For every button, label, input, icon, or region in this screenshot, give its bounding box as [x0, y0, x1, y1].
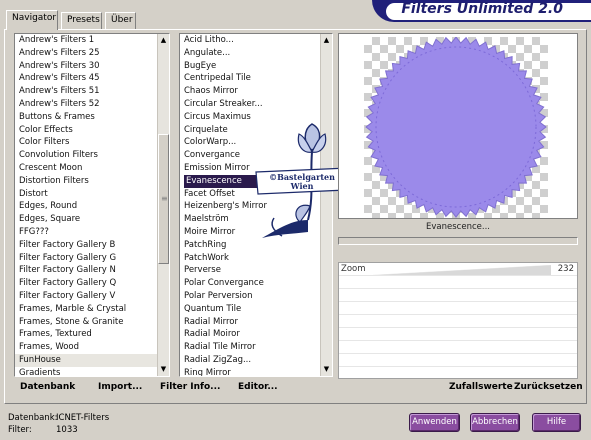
filter-list-item[interactable]: Radial Tile Mirror: [180, 341, 332, 354]
tab-navigator[interactable]: Navigator: [6, 10, 58, 30]
filter-list-item[interactable]: Ring Mirror: [180, 367, 332, 376]
import-button[interactable]: Import...: [98, 382, 142, 392]
category-list-item[interactable]: Andrew's Filters 1: [15, 34, 169, 47]
banner-title: Filters Unlimited 2.0: [401, 1, 563, 17]
category-list-item[interactable]: Color Effects: [15, 124, 169, 137]
scroll-up-icon[interactable]: ▲: [321, 35, 332, 46]
flower-watermark: ©Bastelgarten Wien: [255, 123, 349, 238]
category-list-item[interactable]: Color Filters: [15, 136, 169, 149]
category-list-item[interactable]: Crescent Moon: [15, 162, 169, 175]
scroll-down-icon[interactable]: ▼: [321, 364, 332, 375]
filter-list-item[interactable]: Polar Convergance: [180, 277, 332, 290]
database-button[interactable]: Datenbank: [20, 382, 75, 392]
filter-list-item[interactable]: Centripedal Tile: [180, 72, 332, 85]
parameter-value: 232: [557, 264, 574, 274]
category-list-item[interactable]: Andrew's Filters 25: [15, 47, 169, 60]
parameter-label: Zoom: [341, 264, 366, 274]
category-list-item[interactable]: Buttons & Frames: [15, 111, 169, 124]
filter-list-item[interactable]: BugEye: [180, 60, 332, 73]
category-list-item[interactable]: Filter Factory Gallery B: [15, 239, 169, 252]
category-list-item[interactable]: Frames, Stone & Granite: [15, 316, 169, 329]
progress-bar: [338, 237, 578, 245]
category-list-item[interactable]: Filter Factory Gallery Q: [15, 277, 169, 290]
category-scroll-thumb[interactable]: ≡: [158, 134, 169, 264]
preview-seal-shape: [365, 37, 547, 218]
category-list-item[interactable]: Frames, Wood: [15, 341, 169, 354]
parameter-slider[interactable]: [373, 265, 551, 275]
category-list-item[interactable]: Edges, Round: [15, 200, 169, 213]
parameter-panel: Zoom 232: [338, 262, 578, 379]
scroll-down-icon[interactable]: ▼: [158, 364, 169, 375]
category-list-item[interactable]: Andrew's Filters 52: [15, 98, 169, 111]
category-list-item[interactable]: Andrew's Filters 51: [15, 85, 169, 98]
filter-list-item[interactable]: Chaos Mirror: [180, 85, 332, 98]
filter-list-item[interactable]: Polar Perversion: [180, 290, 332, 303]
filter-list-item[interactable]: Acid Litho...: [180, 34, 332, 47]
category-list-item[interactable]: Andrew's Filters 45: [15, 72, 169, 85]
filter-info-button[interactable]: Filter Info...: [160, 382, 220, 392]
category-scrollbar[interactable]: ▲ ≡ ▼: [157, 34, 169, 376]
tab-about[interactable]: Über: [105, 12, 136, 29]
status-filter-count: Filter: 1033: [8, 425, 78, 435]
editor-button[interactable]: Editor...: [238, 382, 278, 392]
filter-list-item[interactable]: Radial Mirror: [180, 316, 332, 329]
cancel-button[interactable]: Abbrechen: [470, 413, 520, 432]
filter-list-item[interactable]: Radial Moiror: [180, 328, 332, 341]
category-list-item[interactable]: Gradients: [15, 367, 169, 376]
filter-list-item[interactable]: Angulate...: [180, 47, 332, 60]
filter-list-item[interactable]: Quantum Tile: [180, 303, 332, 316]
category-list-item[interactable]: Filter Factory Gallery V: [15, 290, 169, 303]
category-list-item[interactable]: Andrew's Filters 30: [15, 60, 169, 73]
scroll-up-icon[interactable]: ▲: [158, 35, 169, 46]
help-button[interactable]: Hilfe: [532, 413, 581, 432]
filter-list-item[interactable]: PatchWork: [180, 252, 332, 265]
category-list[interactable]: Andrew's Filters 1 Andrew's Filters 25 And…: [14, 33, 170, 377]
filter-list-item[interactable]: Radial ZigZag...: [180, 354, 332, 367]
category-list-item[interactable]: Filter Factory Gallery N: [15, 264, 169, 277]
category-list-item[interactable]: Convolution Filters: [15, 149, 169, 162]
category-list-item[interactable]: Distort: [15, 188, 169, 201]
filter-list-item[interactable]: Perverse: [180, 264, 332, 277]
watermark-line2: Wien: [290, 181, 314, 191]
selected-filter-label: Evanescence...: [426, 222, 490, 232]
category-list-item[interactable]: Frames, Marble & Crystal: [15, 303, 169, 316]
category-list-item[interactable]: Filter Factory Gallery G: [15, 252, 169, 265]
category-list-item[interactable]: Edges, Square: [15, 213, 169, 226]
category-list-item[interactable]: Frames, Textured: [15, 328, 169, 341]
random-values-button[interactable]: Zufallswerte: [449, 382, 513, 392]
filter-list-item[interactable]: Circular Streaker...: [180, 98, 332, 111]
tab-presets[interactable]: Presets: [61, 12, 102, 29]
preview-pane: [338, 33, 578, 219]
status-database: Datenbank: ICNET-Filters: [8, 413, 110, 423]
apply-button[interactable]: Anwenden: [409, 413, 460, 432]
category-list-item[interactable]: FunHouse: [15, 353, 169, 367]
title-banner: Filters Unlimited 2.0: [372, 0, 591, 22]
reset-button[interactable]: Zurücksetzen: [514, 382, 583, 392]
category-list-item[interactable]: FFG???: [15, 226, 169, 239]
parameter-zoom[interactable]: Zoom 232: [339, 263, 577, 276]
category-list-item[interactable]: Distortion Filters: [15, 175, 169, 188]
